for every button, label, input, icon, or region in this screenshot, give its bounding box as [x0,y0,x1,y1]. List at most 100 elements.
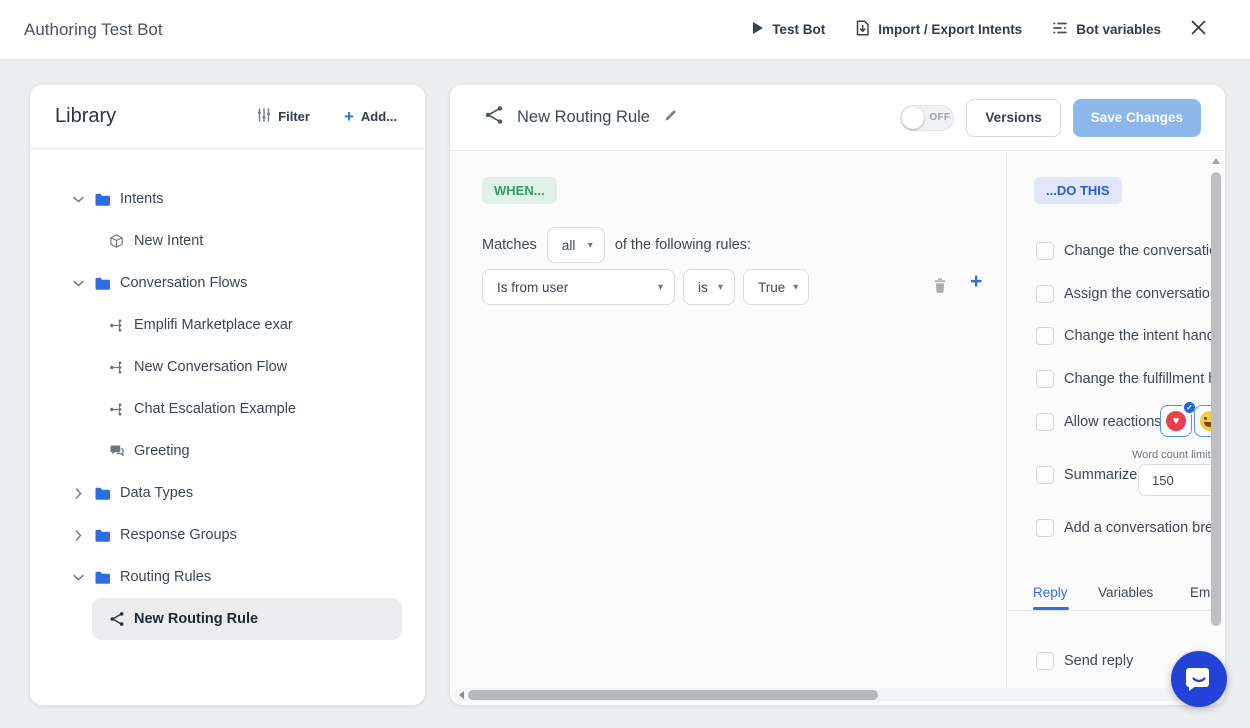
change-fulfillment-checkbox[interactable] [1036,370,1054,388]
add-label: Add... [361,109,397,124]
option-label: Assign the conversation t [1064,286,1211,302]
versions-button[interactable]: Versions [966,99,1060,137]
conversation-break-checkbox[interactable] [1036,519,1054,537]
tree-item-emplifi-marketplace[interactable]: Emplifi Marketplace exar [30,304,425,346]
filter-icon [257,108,271,125]
flow-icon [108,402,125,417]
allow-reactions-checkbox[interactable] [1036,413,1054,431]
vertical-scrollbar[interactable] [1210,156,1222,684]
option-change-fulfillment: Change the fulfillment ha [1036,370,1211,388]
rule-value-value: True [758,280,785,295]
summarize-checkbox[interactable] [1036,466,1054,484]
folder-icon [94,192,111,207]
tabbar-divider [1008,610,1211,611]
tree-item-label: Greeting [134,443,190,459]
rule-enabled-toggle[interactable]: OFF [900,105,954,131]
tree-item-response-groups[interactable]: Response Groups [30,514,425,556]
editor-title-group: New Routing Rule [484,105,678,130]
option-label: Add a conversation break [1064,520,1211,536]
import-export-intents-button[interactable]: Import / Export Intents [855,20,1022,39]
change-intent-checkbox[interactable] [1036,327,1054,345]
delete-rule-button[interactable] [932,277,948,299]
tree-item-intents[interactable]: Intents [30,178,425,220]
plus-icon: + [344,108,354,125]
editor-panel: New Routing Rule OFF Versions Save Chang… [450,85,1225,705]
tree-item-label: Chat Escalation Example [134,401,296,417]
tree-item-chat-escalation[interactable]: Chat Escalation Example [30,388,425,430]
close-button[interactable] [1191,20,1206,40]
chat-launcher-button[interactable] [1171,651,1227,707]
variables-icon [1052,21,1068,38]
bot-variables-button[interactable]: Bot variables [1052,21,1161,38]
option-label: Summarize: [1064,467,1141,483]
save-changes-button[interactable]: Save Changes [1073,99,1201,137]
chevron-down-icon[interactable] [70,280,86,287]
add-button[interactable]: + Add... [344,108,397,125]
library-tree: Intents New Intent Conversation Flows [30,149,425,640]
rule-operator-select[interactable]: is ▾ [683,269,735,305]
add-rule-button[interactable]: + [970,270,982,294]
tab-email[interactable]: Email [1190,585,1211,600]
bot-title: Authoring Test Bot [24,20,163,40]
editor-content: WHEN... Matches all ▾ of the following r… [450,152,1225,705]
rule-value-select[interactable]: True ▾ [743,269,809,305]
match-mode-select[interactable]: all ▾ [547,227,605,263]
scroll-left-arrow-icon[interactable] [459,691,464,699]
send-reply-checkbox[interactable] [1036,652,1054,670]
matches-prefix: Matches [482,237,537,253]
chat-bubble-icon [1184,664,1214,694]
chevron-down-icon: ▾ [718,282,723,293]
chevron-right-icon[interactable] [70,530,86,541]
tree-item-new-conversation-flow[interactable]: New Conversation Flow [30,346,425,388]
match-mode-value: all [562,238,576,253]
option-conversation-break: Add a conversation break [1036,519,1211,537]
do-this-tabbar: Reply Variables Email [1008,580,1211,611]
word-count-input[interactable] [1138,464,1211,496]
library-panel: Library Filter + Add... [30,85,425,705]
heart-reaction-button[interactable]: ♥ ✓ [1160,405,1192,437]
topbar-actions: Test Bot Import / Export Intents Bot var… [752,20,1206,40]
rule-field-select[interactable]: Is from user ▾ [482,269,675,305]
when-badge: WHEN... [482,177,557,204]
editor-header-actions: OFF Versions Save Changes [900,99,1201,137]
tree-item-greeting[interactable]: Greeting [30,430,425,472]
when-pane: WHEN... Matches all ▾ of the following r… [450,152,1007,688]
test-bot-button[interactable]: Test Bot [752,21,825,38]
filter-button[interactable]: Filter [257,108,310,125]
library-header: Library Filter + Add... [30,85,425,149]
chevron-down-icon[interactable] [70,574,86,581]
close-icon [1191,20,1206,40]
tree-item-data-types[interactable]: Data Types [30,472,425,514]
assign-conversation-checkbox[interactable] [1036,285,1054,303]
filter-label: Filter [278,109,310,124]
tree-item-label: New Intent [134,233,203,249]
chevron-down-icon[interactable] [70,196,86,203]
play-icon [752,21,764,38]
folder-icon [94,486,111,501]
tree-item-new-routing-rule[interactable]: New Routing Rule [92,598,402,640]
option-label: Change the intent handle [1064,328,1211,344]
laugh-reaction-button[interactable] [1194,405,1211,437]
toggle-knob [902,107,924,129]
option-change-conversation: Change the conversation [1036,242,1211,260]
tree-item-conversation-flows[interactable]: Conversation Flows [30,262,425,304]
tree-item-label: Conversation Flows [120,275,247,291]
change-conversation-checkbox[interactable] [1036,242,1054,260]
vertical-scrollbar-thumb[interactable] [1211,172,1221,626]
chevron-down-icon: ▾ [793,282,798,293]
library-title: Library [55,105,116,128]
tree-item-routing-rules[interactable]: Routing Rules [30,556,425,598]
folder-icon [94,570,111,585]
tree-item-new-intent[interactable]: New Intent [30,220,425,262]
horizontal-scrollbar-thumb[interactable] [468,690,878,700]
scroll-up-arrow-icon[interactable] [1212,158,1220,164]
folder-icon [94,276,111,291]
option-allow-reactions: Allow reactions: [1036,413,1166,431]
edit-pencil-icon[interactable] [663,108,678,128]
matches-row: Matches all ▾ of the following rules: [482,227,751,263]
option-label: Allow reactions: [1064,414,1166,430]
horizontal-scrollbar[interactable] [454,688,1219,701]
chevron-right-icon[interactable] [70,488,86,499]
tab-reply[interactable]: Reply [1033,585,1068,600]
tab-variables[interactable]: Variables [1098,585,1153,600]
